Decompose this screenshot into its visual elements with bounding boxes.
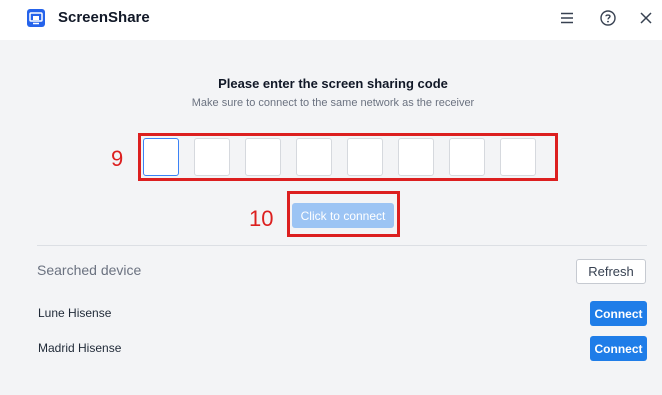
code-annotation-box	[138, 133, 558, 181]
device-name: Lune Hisense	[38, 306, 112, 320]
device-connect-button[interactable]: Connect	[590, 336, 647, 361]
close-button[interactable]	[633, 6, 659, 30]
refresh-button[interactable]: Refresh	[576, 259, 646, 284]
divider	[37, 245, 647, 246]
searched-device-label: Searched device	[37, 262, 142, 278]
device-row: Lune Hisense Connect	[10, 301, 656, 327]
connect-annotation-box	[287, 191, 400, 237]
title-bar: ScreenShare	[0, 0, 662, 40]
connect-annotation-label: 10	[249, 206, 274, 231]
menu-button[interactable]	[554, 6, 580, 30]
main-panel: Please enter the screen sharing code Mak…	[10, 40, 656, 395]
close-icon	[640, 12, 652, 24]
help-button[interactable]	[595, 6, 621, 30]
app-title: ScreenShare	[58, 9, 150, 26]
device-row: Madrid Hisense Connect	[10, 336, 656, 362]
code-subheading: Make sure to connect to the same network…	[191, 97, 475, 109]
code-annotation-label: 9	[111, 146, 124, 171]
device-name: Madrid Hisense	[38, 341, 122, 355]
device-connect-button[interactable]: Connect	[590, 301, 647, 326]
screenshare-logo-icon	[27, 9, 45, 27]
menu-icon	[561, 12, 573, 24]
help-icon	[600, 10, 616, 26]
code-heading: Please enter the screen sharing code	[218, 76, 448, 91]
